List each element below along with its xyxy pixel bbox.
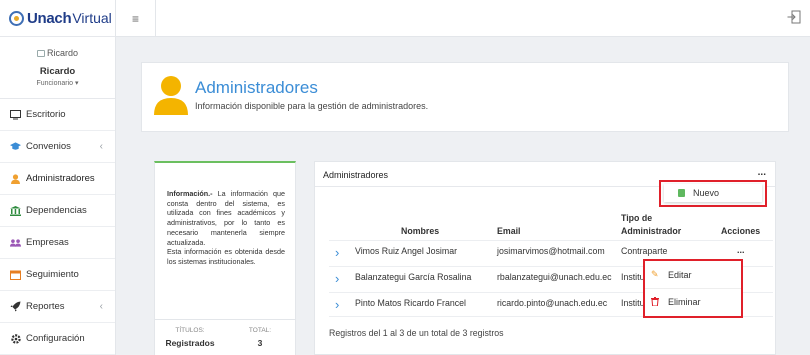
topbar: ≡: [116, 0, 810, 37]
column-header-tipo-2: Administrador: [621, 226, 682, 236]
sidebar-item-dependencias[interactable]: Dependencias: [0, 195, 115, 227]
cell-email: josimarvimos@hotmail.com: [497, 246, 605, 256]
info-text: Información.- La información que consta …: [167, 189, 285, 267]
gear-icon: [10, 333, 21, 344]
nuevo-dropdown: Nuevo: [659, 180, 767, 207]
chevron-left-icon: ‹: [99, 141, 103, 152]
page-subtitle: Información disponible para la gestión d…: [195, 101, 429, 111]
sidebar-item-escritorio[interactable]: Escritorio: [0, 99, 115, 131]
nuevo-label: Nuevo: [693, 188, 720, 198]
sidebar-item-administradores[interactable]: Administradores: [0, 163, 115, 195]
sidebar-item-label: Seguimiento: [26, 269, 79, 280]
editar-button[interactable]: ✎ Editar: [645, 261, 741, 288]
sidebar: Unach Virtual Ricardo Ricardo Funcionari…: [0, 0, 116, 355]
info-body-2: Esta información es obtenida desde los s…: [167, 247, 285, 266]
info-bold: Información.-: [167, 189, 213, 198]
stat-total: TOTAL: 3: [225, 320, 295, 355]
hamburger-menu-icon[interactable]: ≡: [116, 0, 156, 37]
column-header-nombres[interactable]: Nombres: [401, 226, 439, 236]
trash-icon: [651, 296, 661, 308]
row-actions-button[interactable]: ...: [737, 245, 745, 255]
sidebar-item-seguimiento[interactable]: Seguimiento: [0, 259, 115, 291]
eliminar-button[interactable]: Eliminar: [645, 288, 741, 315]
cell-email: rbalanzategui@unach.edu.ec: [497, 272, 612, 282]
column-header-tipo-1[interactable]: Tipo de: [621, 213, 652, 223]
user-role-dropdown[interactable]: Funcionario ▾: [0, 79, 115, 87]
eliminar-label: Eliminar: [668, 297, 701, 307]
expand-row-icon[interactable]: ›: [335, 245, 339, 260]
sidebar-item-label: Empresas: [26, 237, 69, 248]
logout-icon[interactable]: [787, 10, 801, 24]
calendar-icon: [10, 269, 21, 280]
sidebar-item-label: Reportes: [26, 301, 65, 312]
column-header-acciones: Acciones: [721, 226, 761, 236]
brand-bold: Unach: [27, 9, 72, 27]
broken-image-icon: [36, 49, 45, 57]
page-header: Administradores Información disponible p…: [141, 62, 789, 132]
row-actions-dropdown: ✎ Editar Eliminar: [643, 259, 743, 318]
stat-total-value: 3: [257, 338, 263, 348]
unach-logo-icon: [9, 10, 24, 26]
table-menu-button[interactable]: ...: [758, 167, 766, 178]
editar-label: Editar: [668, 269, 692, 280]
chevron-left-icon: ‹: [99, 301, 103, 312]
sidebar-item-empresas[interactable]: Empresas: [0, 227, 115, 259]
sidebar-item-configuracion[interactable]: Configuración: [0, 323, 115, 355]
rocket-icon: [10, 301, 21, 312]
sidebar-item-label: Configuración: [26, 333, 85, 344]
cell-name: Vimos Ruiz Angel Josimar: [355, 246, 458, 256]
administrator-icon: [154, 76, 188, 115]
page-title: Administradores: [195, 78, 318, 97]
cell-name: Pinto Matos Ricardo Francel: [355, 298, 466, 308]
sidebar-item-label: Convenios: [26, 141, 71, 152]
cell-name: Balanzategui García Rosalina: [355, 272, 472, 282]
sidebar-item-label: Administradores: [26, 173, 95, 184]
avatar-alt: Ricardo: [46, 48, 78, 58]
nuevo-button[interactable]: Nuevo: [664, 184, 762, 202]
sidebar-item-convenios[interactable]: Convenios ‹: [0, 131, 115, 163]
user-panel: Ricardo Ricardo Funcionario ▾: [0, 37, 115, 99]
brand-logo[interactable]: Unach Virtual: [0, 0, 115, 37]
avatar: Ricardo: [0, 48, 115, 58]
column-header-email[interactable]: Email: [497, 226, 520, 236]
edit-icon: ✎: [651, 269, 659, 279]
user-name: Ricardo: [39, 66, 76, 77]
brand-light: Virtual: [72, 10, 112, 26]
users-icon: [10, 237, 21, 248]
sidebar-item-label: Escritorio: [26, 109, 66, 120]
sidebar-item-reportes[interactable]: Reportes ‹: [0, 291, 115, 323]
info-panel: Información.- La información que consta …: [154, 161, 296, 355]
graduation-cap-icon: [10, 141, 21, 152]
file-icon: [678, 189, 685, 197]
stat-total-label: TOTAL:: [248, 327, 272, 334]
building-icon: [10, 205, 21, 216]
expand-row-icon[interactable]: ›: [335, 271, 339, 286]
table-footer-info: Registros del 1 al 3 de un total de 3 re…: [329, 328, 504, 338]
info-stats: TÍTULOS: Registrados TOTAL: 3: [155, 319, 295, 355]
stat-titles: TÍTULOS: Registrados: [155, 320, 225, 355]
expand-row-icon[interactable]: ›: [335, 297, 339, 312]
user-icon: [10, 173, 21, 184]
monitor-icon: [10, 109, 21, 120]
stat-titles-value: Registrados: [165, 338, 215, 348]
sidebar-item-label: Dependencias: [26, 205, 87, 216]
stat-titles-label: TÍTULOS:: [175, 327, 205, 334]
table-title: Administradores: [323, 170, 389, 180]
cell-tipo: Contraparte: [621, 246, 668, 256]
cell-email: ricardo.pinto@unach.edu.ec: [497, 298, 608, 308]
